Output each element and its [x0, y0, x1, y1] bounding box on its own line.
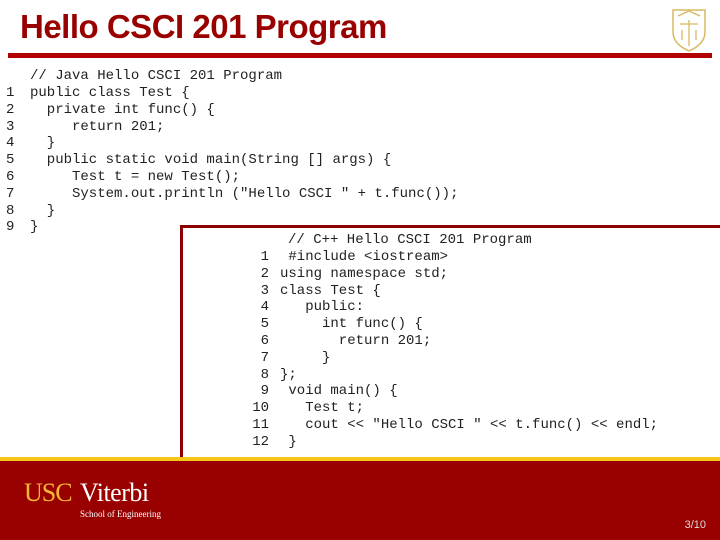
- cpp-code: #include <iostream> using namespace std;…: [280, 249, 659, 450]
- title-divider: [8, 53, 712, 58]
- cpp-line-numbers: 1 2 3 4 5 6 7 8 9 10 11 12: [252, 249, 269, 450]
- logo-subtitle: School of Engineering: [80, 509, 161, 519]
- viterbi-logo: Viterbi: [80, 478, 149, 507]
- usc-seal-icon: [672, 9, 706, 52]
- java-line-numbers: 1 2 3 4 5 6 7 8 9: [6, 85, 15, 236]
- page-number: 3/10: [684, 519, 706, 531]
- slide-title: Hello CSCI 201 Program: [20, 8, 387, 45]
- cpp-code-box: // C++ Hello CSCI 201 Program 1 2 3 4 5 …: [180, 225, 720, 460]
- java-code: public class Test { private int func() {…: [30, 85, 459, 236]
- cpp-header-comment: // C++ Hello CSCI 201 Program: [288, 232, 532, 248]
- usc-logo: USC: [24, 478, 73, 507]
- java-header-comment: // Java Hello CSCI 201 Program: [30, 68, 283, 84]
